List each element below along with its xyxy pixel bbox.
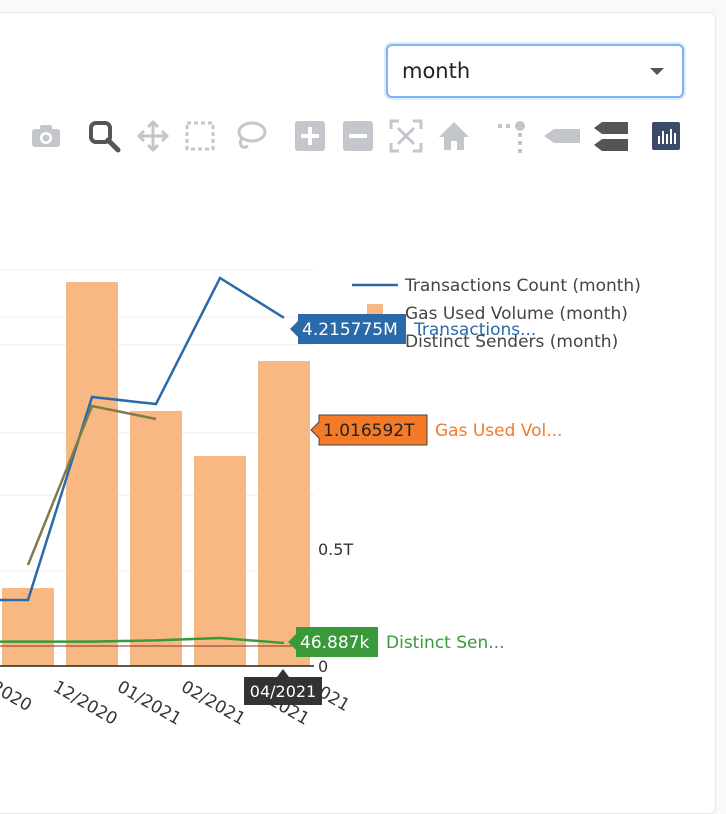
bar [66, 282, 118, 666]
y-tick-label: 0 [318, 657, 328, 676]
hover-label-name: Transactions... [413, 320, 536, 340]
x-tick-label: 01/2021 [114, 677, 185, 730]
bar [194, 456, 246, 666]
hover-label-value: 46.887k [300, 633, 369, 653]
x-tick-label: 02/2021 [178, 677, 249, 730]
bar [258, 361, 310, 666]
hover-label-value: 4.215775M [302, 320, 398, 340]
y-tick-label: 0.5T [318, 540, 353, 559]
hover-label-value: 1.016592T [323, 421, 415, 441]
hover-x-label: 04/2021 [250, 682, 316, 701]
legend-label: Transactions Count (month) [404, 276, 641, 296]
chart-svg: 00.5T1.5202012/202001/202102/202103/2021… [0, 269, 641, 730]
hover-label-name: Distinct Sen... [386, 633, 505, 653]
bar [130, 411, 182, 666]
hover-label-name: Gas Used Vol... [435, 421, 562, 441]
x-tick-label: 12/2020 [50, 677, 121, 730]
x-tick-label: 2020 [0, 677, 35, 716]
